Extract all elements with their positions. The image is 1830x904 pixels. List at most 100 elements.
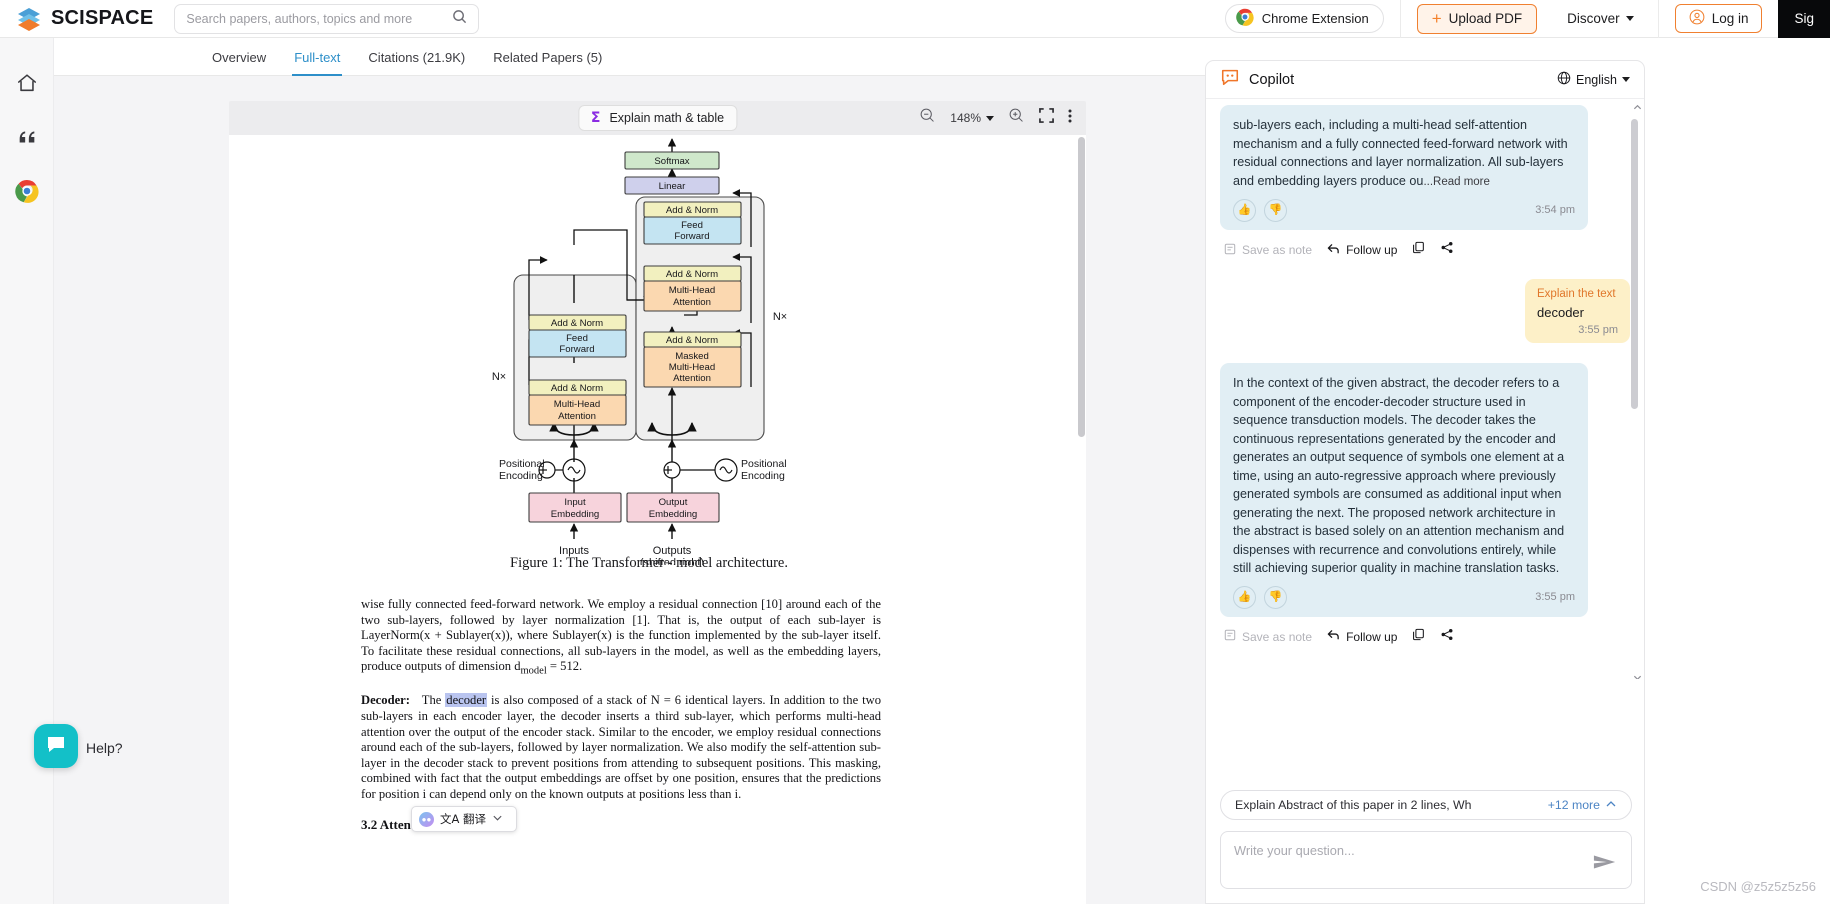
tab-overview[interactable]: Overview <box>198 50 280 75</box>
svg-text:Softmax: Softmax <box>654 156 689 167</box>
help-chat-button[interactable] <box>34 724 78 768</box>
bot-message-1-time: 3:54 pm <box>1535 204 1575 217</box>
translate-popup[interactable]: ●● 文A 翻译 <box>411 806 517 832</box>
search-input[interactable] <box>186 11 453 26</box>
user-message-1-time: 3:55 pm <box>1578 324 1618 336</box>
thumbs-down-icon[interactable]: 👎 <box>1264 199 1287 222</box>
app-header: SCISPACE Chrome Extension <box>0 0 1830 38</box>
zoom-level-dropdown[interactable]: 148% <box>950 111 994 125</box>
svg-text:Add & Norm: Add & Norm <box>666 335 718 346</box>
paragraph-decoder: Decoder: The decoder is also composed of… <box>361 693 881 802</box>
scroll-up-icon[interactable] <box>1633 99 1642 110</box>
watermark: CSDN @z5z5z5z56 <box>1700 879 1816 894</box>
home-icon[interactable] <box>14 70 40 96</box>
paragraph-1-subscript: model <box>520 665 547 677</box>
scroll-down-icon[interactable] <box>1633 669 1642 679</box>
upload-pdf-button[interactable]: + Upload PDF <box>1416 3 1538 34</box>
user-message-1: Explain the text decoder 3:55 pm <box>1525 279 1630 343</box>
bot-message-2-time: 3:55 pm <box>1535 590 1575 603</box>
search-icon[interactable] <box>452 9 467 29</box>
send-icon[interactable] <box>1593 853 1617 876</box>
svg-text:Embedding: Embedding <box>649 509 698 520</box>
svg-text:Add & Norm: Add & Norm <box>551 383 603 394</box>
quote-icon[interactable] <box>14 124 40 150</box>
suggestions-pill[interactable]: Explain Abstract of this paper in 2 line… <box>1220 790 1632 820</box>
bot-message-1-text: sub-layers each, including a multi-head … <box>1233 118 1568 188</box>
chevron-down-icon[interactable] <box>492 810 503 828</box>
follow-up-button[interactable]: Follow up <box>1327 629 1397 644</box>
copy-icon[interactable] <box>1412 241 1425 259</box>
bot-message-2-text: In the context of the given abstract, th… <box>1233 376 1565 575</box>
copilot-bot-icon <box>1220 67 1240 92</box>
tab-citations[interactable]: Citations (21.9K) <box>354 50 479 75</box>
paragraph-1-text: wise fully connected feed-forward networ… <box>361 597 881 674</box>
user-message-1-label: Explain the text <box>1537 288 1616 300</box>
save-as-note-button[interactable]: Save as note <box>1224 629 1312 644</box>
help-label[interactable]: Help? <box>86 740 123 756</box>
chrome-icon[interactable] <box>14 178 40 204</box>
more-suggestions-button[interactable]: +12 more <box>1548 798 1625 813</box>
svg-text:N×: N× <box>492 371 506 383</box>
header-divider-2 <box>1657 0 1659 38</box>
follow-up-button[interactable]: Follow up <box>1327 243 1397 258</box>
copilot-conversation[interactable]: sub-layers each, including a multi-head … <box>1206 99 1644 679</box>
decoder-text-a: The <box>421 693 446 708</box>
svg-text:Feed: Feed <box>681 220 703 231</box>
globe-icon <box>1557 71 1571 88</box>
copilot-scrollbar[interactable] <box>1631 103 1641 673</box>
svg-text:Add & Norm: Add & Norm <box>666 205 718 216</box>
chevron-down-icon <box>986 115 994 121</box>
save-as-note-label: Save as note <box>1242 243 1313 257</box>
thumbs-down-icon[interactable]: 👎 <box>1264 585 1287 609</box>
highlighted-word-decoder[interactable]: decoder <box>445 693 488 708</box>
tab-related-papers[interactable]: Related Papers (5) <box>479 50 616 75</box>
discover-menu[interactable]: Discover <box>1559 11 1642 26</box>
question-input-box[interactable] <box>1220 831 1632 889</box>
zoom-in-icon[interactable] <box>1008 107 1025 129</box>
discover-label: Discover <box>1567 11 1620 26</box>
paper-tabs: Overview Full-text Citations (21.9K) Rel… <box>54 38 1205 76</box>
zoom-out-icon[interactable] <box>919 107 936 129</box>
suggestion-text: Explain Abstract of this paper in 2 line… <box>1235 798 1472 812</box>
user-circle-icon <box>1689 9 1705 28</box>
paragraph-residual: wise fully connected feed-forward networ… <box>361 597 881 679</box>
pdf-page[interactable]: Softmax Linear Add & Norm Feed Forward Ad… <box>229 135 1086 904</box>
note-icon <box>1224 243 1236 258</box>
chrome-extension-button[interactable]: Chrome Extension <box>1224 4 1384 33</box>
copy-icon[interactable] <box>1412 628 1425 646</box>
paragraph-1-tail: = 512. <box>546 659 583 674</box>
more-options-icon[interactable] <box>1068 108 1072 129</box>
header-divider-1 <box>1399 0 1401 38</box>
bot-message-1-actions: Save as note Follow up <box>1224 241 1630 259</box>
follow-up-label: Follow up <box>1346 629 1398 644</box>
svg-text:Attention: Attention <box>673 373 711 384</box>
thumbs-up-icon[interactable]: 👍 <box>1233 585 1256 609</box>
bot-message-2: In the context of the given abstract, th… <box>1220 363 1588 617</box>
copilot-scrollbar-thumb[interactable] <box>1631 119 1638 409</box>
thumbs-up-icon[interactable]: 👍 <box>1233 199 1256 222</box>
logo[interactable]: SCISPACE <box>16 6 153 32</box>
pdf-scrollbar-thumb[interactable] <box>1078 137 1085 437</box>
svg-text:Multi-Head: Multi-Head <box>669 362 715 373</box>
read-more-link[interactable]: ...Read more <box>1423 176 1489 188</box>
fullscreen-icon[interactable] <box>1039 108 1054 128</box>
chevron-down-icon <box>1622 77 1630 82</box>
explain-math-button[interactable]: Σ Explain math & table <box>577 105 738 131</box>
language-selector[interactable]: English <box>1557 71 1630 88</box>
svg-text:Positional: Positional <box>499 458 545 470</box>
svg-text:Embedding: Embedding <box>551 509 600 520</box>
share-icon[interactable] <box>1440 628 1454 646</box>
question-input[interactable] <box>1234 843 1574 858</box>
pdf-scrollbar[interactable] <box>1077 135 1086 904</box>
copilot-title: Copilot <box>1249 71 1295 88</box>
save-as-note-button[interactable]: Save as note <box>1224 243 1312 258</box>
share-icon[interactable] <box>1440 241 1454 259</box>
language-label: English <box>1576 72 1617 87</box>
signup-button[interactable]: Sig <box>1778 0 1830 38</box>
chevron-down-icon <box>1625 16 1634 21</box>
login-button[interactable]: Log in <box>1674 4 1763 33</box>
svg-text:Multi-Head: Multi-Head <box>554 399 600 410</box>
search-box[interactable] <box>174 3 480 34</box>
tab-full-text[interactable]: Full-text <box>280 50 354 76</box>
svg-text:Positional: Positional <box>741 458 787 470</box>
